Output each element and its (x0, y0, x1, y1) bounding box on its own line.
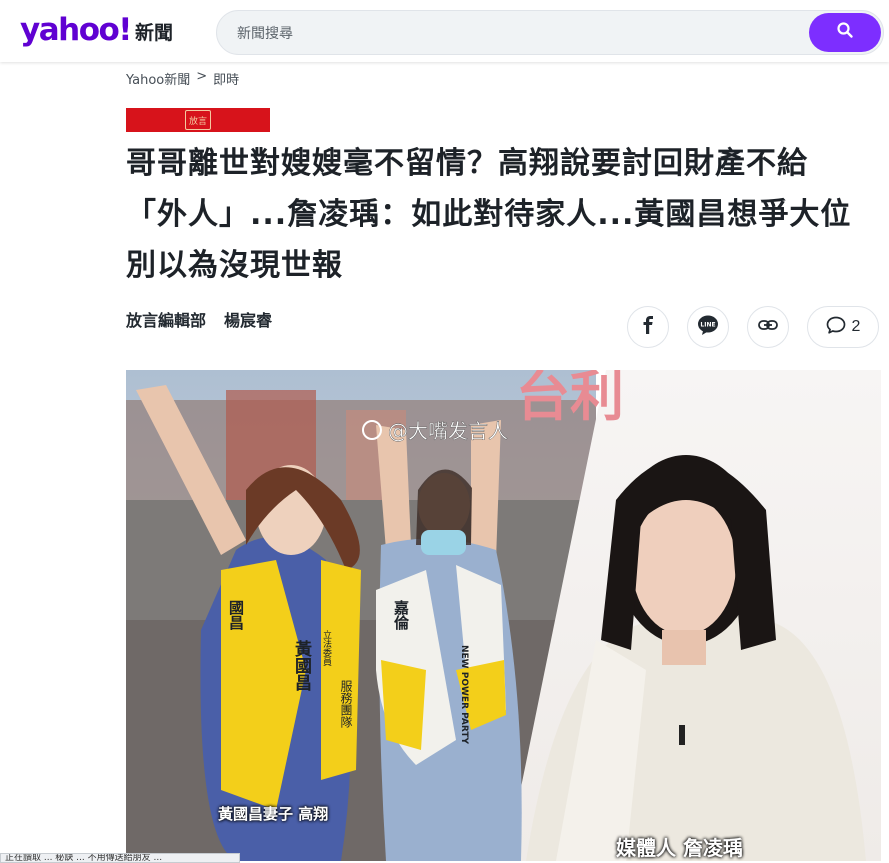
logo-subtitle: 新聞 (134, 22, 173, 44)
facebook-icon (642, 315, 654, 339)
search-bar (216, 10, 884, 55)
share-facebook-button[interactable] (627, 306, 669, 348)
share-line-button[interactable]: LINE (687, 306, 729, 348)
svg-text:@大嘴发言人: @大嘴发言人 (388, 419, 508, 443)
hero-illustration: 台利 黃國昌 立法委員 服務團隊 國昌 嘉倫 NEW POWER PARTY @… (126, 370, 881, 861)
svg-text:NEW POWER PARTY: NEW POWER PARTY (459, 645, 469, 745)
author-name: 楊宸睿 (224, 311, 273, 330)
browser-status-bar: 正在讀取 ... 秘訣 ... 不用傳送給朋友 ... (0, 853, 240, 863)
provider-seal: 放言 (185, 110, 211, 130)
svg-text:服務團隊: 服務團隊 (339, 680, 353, 728)
svg-text:嘉倫: 嘉倫 (392, 599, 410, 631)
line-icon: LINE (697, 315, 719, 340)
svg-text:LINE: LINE (700, 321, 715, 328)
byline: 放言編輯部 楊宸睿 (126, 307, 272, 331)
search-input[interactable] (235, 22, 799, 46)
comments-button[interactable]: 2 (807, 306, 879, 348)
svg-text:黃國昌: 黃國昌 (291, 640, 313, 692)
breadcrumb-current[interactable]: 即時 (213, 69, 239, 88)
logo-wordmark: yahoo! (20, 12, 132, 48)
svg-text:國昌: 國昌 (227, 600, 245, 631)
caption-right: 媒體人 詹凌瑀 (616, 836, 743, 860)
comment-count: 2 (851, 318, 861, 335)
author-provider: 放言編輯部 (126, 311, 207, 330)
top-header: yahoo! 新聞 (0, 0, 889, 62)
provider-logo[interactable]: 放言 (126, 108, 270, 132)
svg-text:立法委員: 立法委員 (321, 629, 332, 667)
breadcrumb: Yahoo新聞 > 即時 (126, 69, 239, 88)
search-button[interactable] (809, 13, 881, 52)
link-icon (758, 318, 778, 336)
caption-left: 黃國昌妻子 高翔 (218, 805, 329, 823)
comment-icon (826, 316, 846, 339)
search-icon (836, 21, 854, 44)
breadcrumb-home[interactable]: Yahoo新聞 (126, 69, 190, 88)
copy-link-button[interactable] (747, 306, 789, 348)
breadcrumb-separator: > (196, 69, 208, 84)
article-headline: 哥哥離世對嫂嫂毫不留情？高翔說要討回財產不給「外人」...詹凌瑀：如此對待家人.… (126, 146, 852, 283)
background-sign-text: 台利 (516, 370, 624, 428)
hero-image[interactable]: 台利 黃國昌 立法委員 服務團隊 國昌 嘉倫 NEW POWER PARTY @… (126, 370, 881, 861)
yahoo-news-logo[interactable]: yahoo! 新聞 (20, 13, 173, 47)
